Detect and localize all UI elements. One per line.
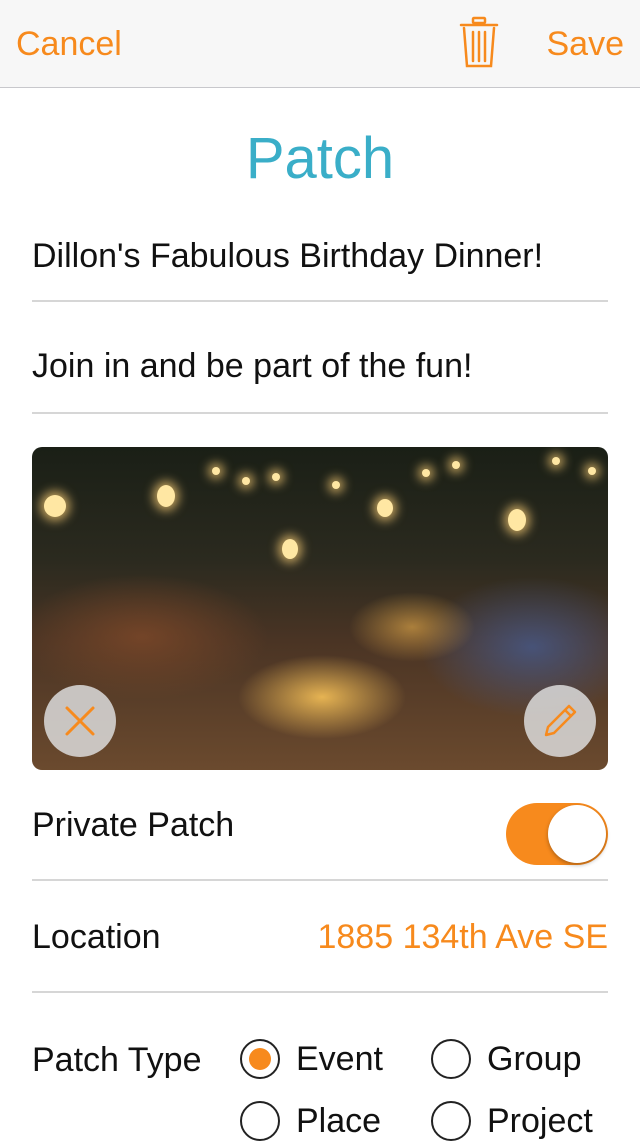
pencil-icon [544,704,577,737]
radio-button [240,1101,280,1141]
photo-light [452,461,460,469]
save-button[interactable]: Save [547,22,625,66]
radio-button [431,1039,471,1079]
patch-description-field[interactable] [32,336,608,414]
photo-light [508,509,526,531]
photo-light [552,457,560,465]
photo-light [422,469,430,477]
photo-light [282,539,298,559]
navigation-bar: Cancel Save [0,0,640,88]
patch-type-label: Patch Type [32,1041,202,1079]
photo-light [588,467,596,475]
remove-photo-button[interactable] [44,685,116,757]
radio-button [431,1101,471,1141]
location-row: Location 1885 134th Ave SE [32,883,608,993]
edit-photo-button[interactable] [524,685,596,757]
photo-light [212,467,220,475]
radio-label: Group [487,1040,582,1078]
private-patch-label: Private Patch [32,806,235,844]
radio-button [240,1039,280,1079]
photo-light [272,473,280,481]
page-title: Patch [245,126,395,191]
radio-selected-dot [249,1048,271,1070]
radio-label: Place [296,1102,382,1140]
private-patch-toggle[interactable] [506,803,608,865]
private-patch-row: Private Patch [32,771,608,881]
location-value[interactable]: 1885 134th Ave SE [317,917,608,957]
photo-light [242,477,250,485]
close-icon [65,706,95,736]
photo-light [332,481,340,489]
trash-icon[interactable] [458,16,500,70]
patch-photo [32,447,608,770]
photo-light [44,495,66,517]
location-label: Location [32,918,161,956]
radio-label: Event [296,1040,383,1078]
patch-name-field[interactable] [32,226,608,302]
toggle-knob [548,805,606,863]
cancel-button[interactable]: Cancel [16,22,122,66]
photo-light [157,485,175,507]
radio-label: Project [487,1102,593,1140]
photo-light [377,499,393,517]
